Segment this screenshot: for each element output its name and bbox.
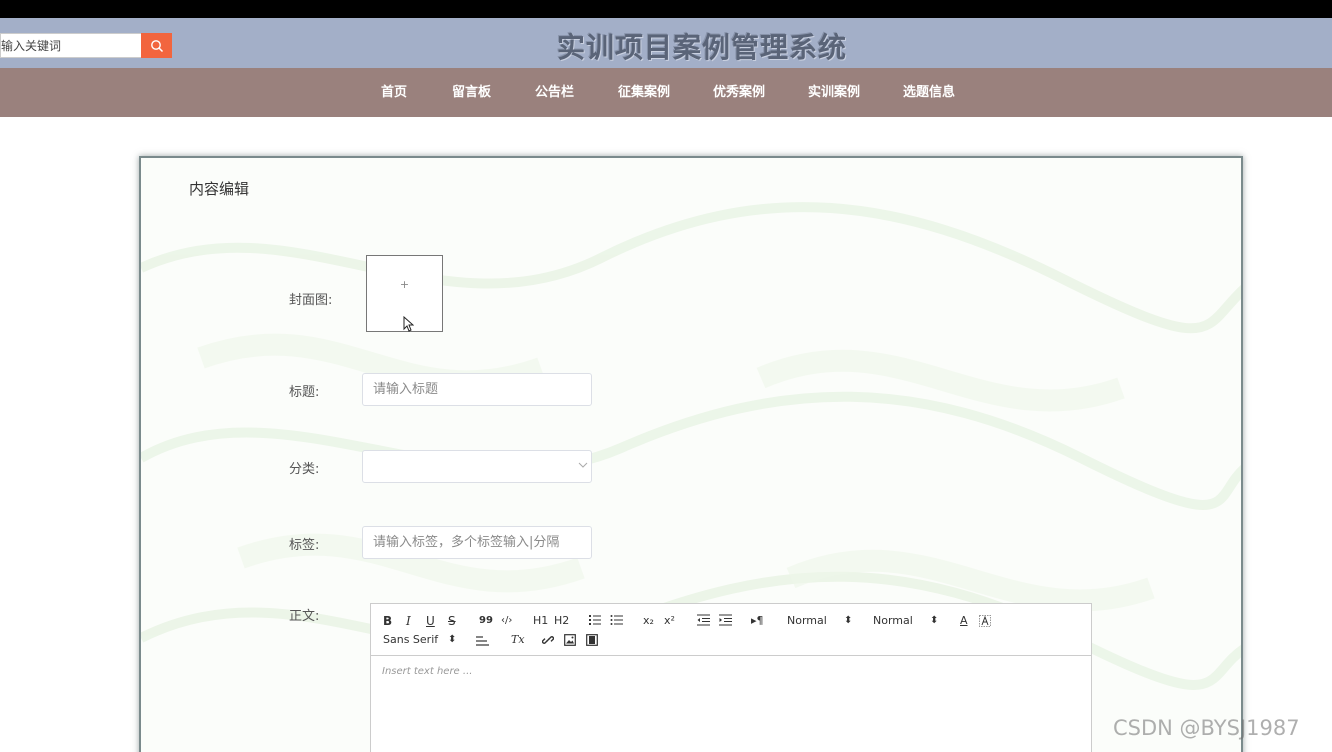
video-icon[interactable] bbox=[586, 634, 598, 646]
rich-text-editor: B I U S 99 ‹/› H1 H2 x₂ x² ▸¶ Normal ⬍ N… bbox=[370, 603, 1092, 752]
csdn-watermark: CSDN @BYSJ1987 bbox=[1113, 716, 1300, 740]
nav-item-notices[interactable]: 公告栏 bbox=[535, 68, 574, 117]
bullet-list-icon[interactable] bbox=[610, 614, 623, 626]
subscript-button[interactable]: x₂ bbox=[643, 614, 654, 628]
font-family-picker[interactable]: Sans Serif bbox=[383, 633, 438, 647]
cover-label: 封面图: bbox=[289, 293, 333, 308]
nav-item-training-cases[interactable]: 实训案例 bbox=[808, 68, 860, 117]
header-picker[interactable]: Normal bbox=[873, 614, 913, 628]
title-label: 标题: bbox=[289, 385, 320, 400]
card-title: 内容编辑 bbox=[189, 180, 250, 198]
editor-content[interactable]: Insert text here ... bbox=[382, 666, 472, 677]
h2-button[interactable]: H2 bbox=[554, 614, 569, 628]
site-title: 实训项目案例管理系统 bbox=[556, 31, 847, 64]
h1-button[interactable]: H1 bbox=[533, 614, 548, 628]
ordered-list-icon[interactable] bbox=[588, 614, 601, 626]
cover-upload[interactable]: + bbox=[366, 255, 443, 332]
category-label: 分类: bbox=[289, 462, 320, 477]
image-icon[interactable] bbox=[564, 634, 576, 646]
main-nav: 首页 留言板 公告栏 征集案例 优秀案例 实训案例 选题信息 bbox=[0, 68, 1332, 117]
clean-format-button[interactable]: Tx bbox=[511, 633, 525, 647]
editor-toolbar: B I U S 99 ‹/› H1 H2 x₂ x² ▸¶ Normal ⬍ N… bbox=[371, 604, 1091, 656]
font-color-button[interactable]: A bbox=[960, 614, 968, 628]
chevron-down-icon bbox=[578, 462, 588, 468]
align-icon[interactable] bbox=[476, 635, 489, 647]
strike-button[interactable]: S bbox=[448, 614, 456, 628]
site-header: 实训项目案例管理系统 bbox=[0, 18, 1332, 68]
title-input[interactable] bbox=[362, 373, 592, 406]
size-picker[interactable]: Normal bbox=[787, 614, 827, 628]
tags-label: 标签: bbox=[289, 538, 320, 553]
header-picker-arrows-icon: ⬍ bbox=[930, 615, 939, 626]
nav-item-topic-info[interactable]: 选题信息 bbox=[903, 68, 955, 117]
outdent-icon[interactable] bbox=[697, 614, 710, 626]
superscript-button[interactable]: x² bbox=[664, 614, 675, 628]
code-button[interactable]: ‹/› bbox=[501, 614, 512, 628]
indent-icon[interactable] bbox=[719, 614, 732, 626]
nav-item-guestbook[interactable]: 留言板 bbox=[452, 68, 491, 117]
background-color-icon[interactable] bbox=[979, 615, 991, 627]
font-picker-arrows-icon: ⬍ bbox=[448, 634, 457, 645]
quote-button[interactable]: 99 bbox=[479, 614, 493, 628]
text-direction-button[interactable]: ▸¶ bbox=[751, 614, 764, 628]
underline-button[interactable]: U bbox=[426, 614, 435, 628]
bold-button[interactable]: B bbox=[383, 614, 392, 628]
link-icon[interactable] bbox=[542, 634, 554, 646]
content-edit-card: 内容编辑 封面图: + 标题: 分类: 标签: 正文: B I U S 99 ‹… bbox=[139, 156, 1243, 752]
size-picker-arrows-icon: ⬍ bbox=[844, 615, 853, 626]
nav-item-collect-cases[interactable]: 征集案例 bbox=[618, 68, 670, 117]
top-black-bar bbox=[0, 0, 1332, 18]
plus-icon: + bbox=[399, 278, 410, 291]
tags-input[interactable] bbox=[362, 526, 592, 559]
nav-item-excellent-cases[interactable]: 优秀案例 bbox=[713, 68, 765, 117]
mouse-cursor-icon bbox=[403, 316, 414, 332]
nav-item-home[interactable]: 首页 bbox=[381, 68, 407, 117]
italic-button[interactable]: I bbox=[406, 614, 411, 628]
category-select[interactable] bbox=[362, 450, 592, 483]
body-label: 正文: bbox=[289, 609, 320, 624]
